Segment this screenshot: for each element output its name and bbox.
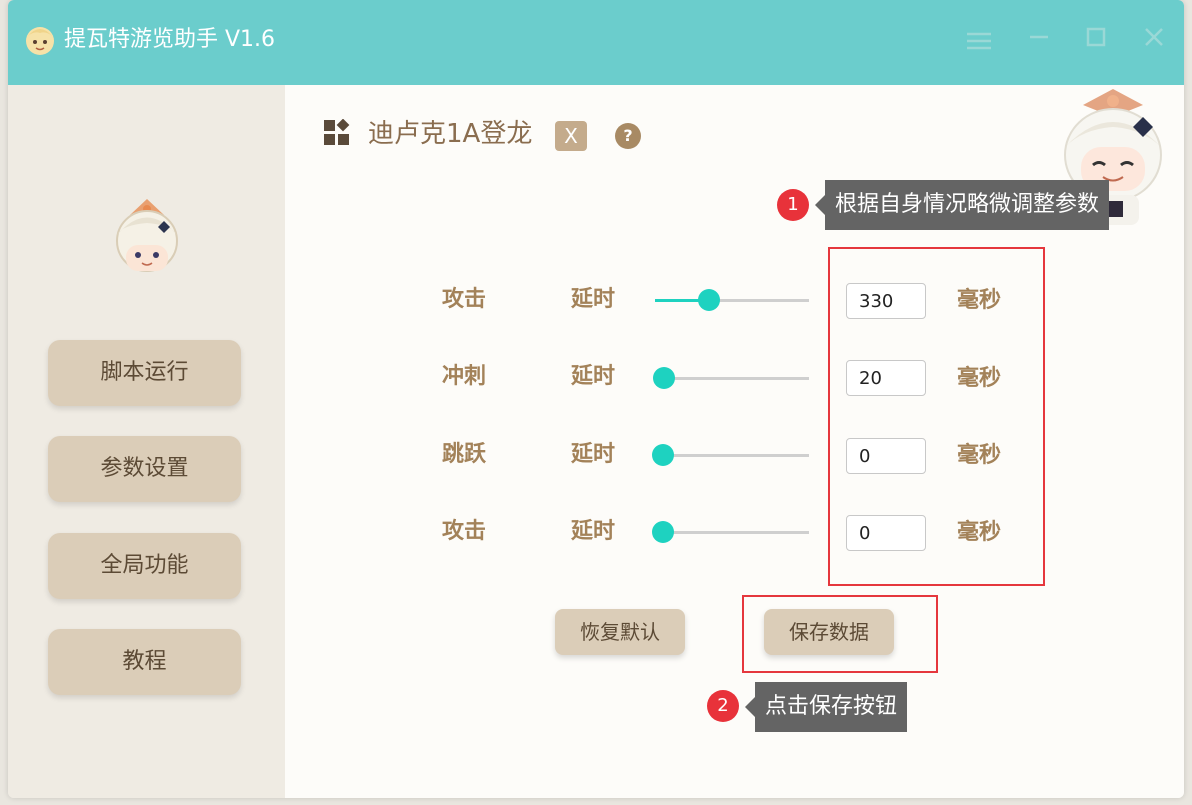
unit-label: 毫秒 bbox=[957, 288, 1002, 313]
jump-delay-slider[interactable] bbox=[651, 444, 809, 466]
app-logo-icon bbox=[26, 27, 54, 55]
help-icon[interactable]: ? bbox=[615, 123, 641, 149]
save-data-button[interactable]: 保存数据 bbox=[764, 609, 894, 655]
param-action-label: 跳跃 bbox=[442, 442, 487, 467]
attack-delay-input[interactable] bbox=[846, 283, 926, 319]
minimize-icon[interactable] bbox=[1022, 24, 1056, 58]
nav-tutorial-button[interactable]: 教程 bbox=[48, 629, 241, 695]
slider-thumb[interactable] bbox=[697, 289, 720, 311]
nav-global-functions-button[interactable]: 全局功能 bbox=[48, 533, 241, 599]
maximize-icon[interactable] bbox=[1079, 24, 1113, 58]
close-config-button[interactable]: X bbox=[555, 121, 587, 151]
dash-delay-input[interactable] bbox=[846, 360, 926, 396]
unit-label: 毫秒 bbox=[957, 520, 1002, 545]
dash-delay-slider[interactable] bbox=[653, 367, 809, 389]
app-window: 提瓦特游览助手 V1.6 脚本运行 参数设置 全局功能 教程 迪卢克1A登龙 X… bbox=[8, 0, 1184, 798]
tip-callout-save: 点击保存按钮 bbox=[744, 682, 908, 732]
sidebar: 脚本运行 参数设置 全局功能 教程 bbox=[8, 85, 286, 798]
reset-default-button[interactable]: 恢复默认 bbox=[555, 609, 685, 655]
menu-icon[interactable] bbox=[962, 24, 996, 58]
jump-delay-input[interactable] bbox=[846, 438, 926, 474]
window-title: 提瓦特游览助手 V1.6 bbox=[64, 27, 276, 52]
unit-label: 毫秒 bbox=[957, 443, 1002, 468]
paimon-avatar bbox=[116, 199, 178, 272]
nav-param-settings-button[interactable]: 参数设置 bbox=[48, 436, 241, 502]
param-type-label: 延时 bbox=[571, 519, 616, 544]
attack2-delay-slider[interactable] bbox=[651, 521, 809, 543]
step-badge-2: 2 bbox=[707, 690, 739, 722]
tip-callout-adjust: 根据自身情况略微调整参数 bbox=[814, 180, 1110, 230]
unit-label: 毫秒 bbox=[957, 366, 1002, 391]
param-type-label: 延时 bbox=[571, 442, 616, 467]
attack2-delay-input[interactable] bbox=[846, 515, 926, 551]
param-type-label: 延时 bbox=[571, 287, 616, 312]
param-action-label: 冲刺 bbox=[442, 364, 487, 389]
nav-run-script-button[interactable]: 脚本运行 bbox=[48, 340, 241, 406]
slider-thumb[interactable] bbox=[651, 521, 674, 543]
param-action-label: 攻击 bbox=[442, 519, 487, 544]
step-badge-1: 1 bbox=[777, 189, 809, 221]
param-action-label: 攻击 bbox=[442, 287, 487, 312]
page-title: 迪卢克1A登龙 bbox=[368, 119, 533, 149]
title-bar: 提瓦特游览助手 V1.6 bbox=[8, 0, 1184, 85]
param-type-label: 延时 bbox=[571, 364, 616, 389]
dashboard-grid-icon bbox=[324, 119, 350, 145]
attack-delay-slider[interactable] bbox=[655, 289, 809, 311]
close-window-icon[interactable] bbox=[1137, 24, 1171, 58]
slider-thumb[interactable] bbox=[651, 444, 674, 466]
main-content: 迪卢克1A登龙 X ? 1 根据自身情况略微调整参数 攻击 延时 毫秒 bbox=[285, 85, 1184, 798]
slider-thumb[interactable] bbox=[653, 367, 676, 389]
